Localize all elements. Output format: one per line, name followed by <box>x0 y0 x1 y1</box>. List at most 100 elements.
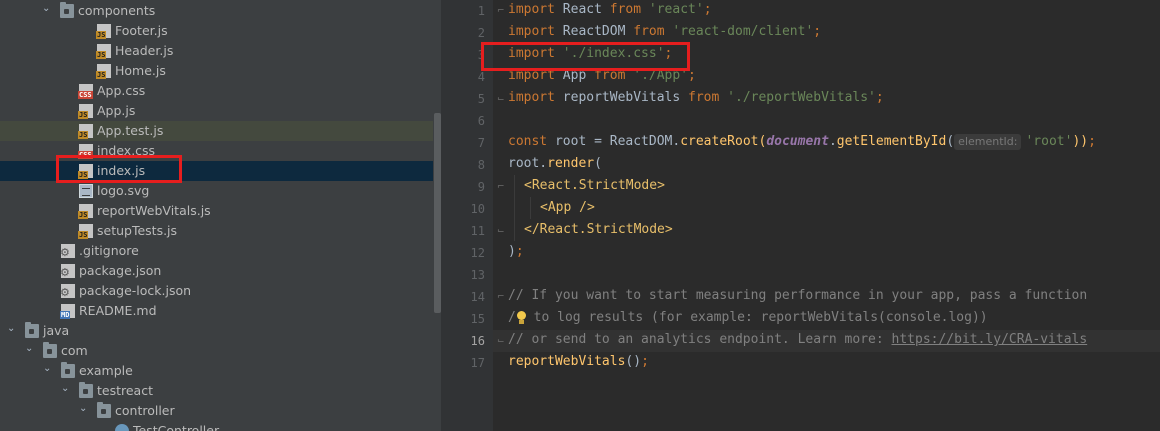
code-token: document <box>766 134 829 149</box>
code-token: ; <box>813 24 822 39</box>
tree-item[interactable]: ⌄ java <box>0 321 433 341</box>
code-line-2[interactable]: import ReactDOM from 'react-dom/client'; <box>508 24 821 39</box>
code-line-10[interactable]: <App /> <box>540 200 595 215</box>
tree-item[interactable]: CSS App.css <box>0 81 433 101</box>
tree-item-label: com <box>61 343 88 358</box>
indent-guide <box>514 175 515 241</box>
code-token: React.StrictMode <box>531 178 658 193</box>
code-token: reportWebVitals <box>554 90 689 105</box>
code-token: reportWebVitals <box>508 354 626 369</box>
code-token: render <box>547 156 595 171</box>
parameter-hint: elementId: <box>954 134 1022 150</box>
code-line-12[interactable]: ); <box>508 244 524 259</box>
code-token: ) <box>508 244 516 259</box>
tree-item[interactable]: TestController <box>0 421 433 431</box>
code-token: // or send to an analytics endpoint. Lea… <box>508 332 892 347</box>
js-file-icon: JS <box>96 64 111 79</box>
expand-arrow-icon[interactable]: ⌄ <box>79 404 89 414</box>
tree-item-label: .gitignore <box>79 243 139 258</box>
line-number: 16 <box>470 334 485 348</box>
fold-icon[interactable]: ⌐ <box>497 7 505 16</box>
code-token: ; <box>641 354 649 369</box>
tree-item[interactable]: ⌄ components <box>0 1 433 21</box>
code-token: /> <box>571 200 595 215</box>
expand-arrow-icon[interactable]: ⌄ <box>42 4 52 14</box>
indent-guide <box>530 197 531 219</box>
json-file-icon <box>60 264 75 279</box>
tree-item[interactable]: package.json <box>0 261 433 281</box>
tree-item[interactable]: MD README.md <box>0 301 433 321</box>
code-line-9[interactable]: <React.StrictMode> <box>524 178 665 193</box>
code-line-1[interactable]: import React from 'react'; <box>508 2 712 17</box>
line-number: 4 <box>477 70 485 84</box>
line-number: 11 <box>470 224 485 238</box>
code-line-14[interactable]: // If you want to start measuring perfor… <box>508 288 1087 303</box>
code-line-16[interactable]: // or send to an analytics endpoint. Lea… <box>508 332 1087 347</box>
tree-item[interactable]: JS App.js <box>0 101 433 121</box>
fold-icon[interactable]: ⌙ <box>497 337 505 346</box>
code-token: < <box>524 178 532 193</box>
line-number: 12 <box>470 246 485 260</box>
tree-item[interactable]: logo.svg <box>0 181 433 201</box>
fold-icon[interactable]: ⌙ <box>497 95 505 104</box>
tree-item-label: components <box>78 3 156 18</box>
tree-item[interactable]: ⌄ testreact <box>0 381 433 401</box>
line-number: 8 <box>477 158 485 172</box>
tree-item[interactable]: JS Header.js <box>0 41 433 61</box>
tree-item[interactable]: JS Home.js <box>0 61 433 81</box>
js-file-icon: JS <box>78 124 93 139</box>
code-token: App <box>547 200 572 215</box>
code-token: root = ReactDOM. <box>547 134 681 149</box>
code-token: () <box>625 354 642 369</box>
tree-item[interactable]: .gitignore <box>0 241 433 261</box>
tree-item[interactable]: ⌄ example <box>0 361 433 381</box>
folder-icon <box>25 322 39 338</box>
highlight-box-index-js <box>56 155 182 183</box>
code-line-15[interactable]: / to log results (for example: reportWeb… <box>508 310 988 325</box>
tree-item[interactable]: JS reportWebVitals.js <box>0 201 433 221</box>
tree-item[interactable]: JS setupTests.js <box>0 221 433 241</box>
tree-item-label: reportWebVitals.js <box>97 203 211 218</box>
folder-icon <box>61 362 75 378</box>
expand-arrow-icon[interactable]: ⌄ <box>43 364 53 374</box>
expand-arrow-icon[interactable]: ⌄ <box>61 384 71 394</box>
tree-item-label: Footer.js <box>115 23 168 38</box>
class-file-icon <box>115 424 129 431</box>
line-number: 10 <box>470 202 485 216</box>
code-token: import <box>508 2 555 17</box>
line-number: 9 <box>477 180 485 194</box>
tree-item[interactable]: ⌄ controller <box>0 401 433 421</box>
line-number: 5 <box>477 92 485 106</box>
code-token: import <box>508 24 555 39</box>
tree-item[interactable]: package-lock.json <box>0 281 433 301</box>
js-file-icon: JS <box>96 24 111 39</box>
code-line-8[interactable]: root.render( <box>508 156 602 171</box>
line-number: 2 <box>477 26 485 40</box>
markdown-file-icon: MD <box>60 304 75 319</box>
lightbulb-icon[interactable] <box>516 310 526 325</box>
fold-icon[interactable]: ⌐ <box>497 183 505 192</box>
code-line-11[interactable]: </React.StrictMode> <box>524 222 673 237</box>
code-line-5[interactable]: import reportWebVitals from './reportWeb… <box>508 90 884 105</box>
folder-icon <box>79 382 93 398</box>
tree-item-label: testreact <box>97 383 153 398</box>
tree-item[interactable]: JS Footer.js <box>0 21 433 41</box>
code-token: ; <box>515 244 524 259</box>
fold-icon[interactable]: ⌙ <box>497 227 505 236</box>
tree-item-label: setupTests.js <box>97 223 178 238</box>
tree-scrollbar[interactable] <box>434 113 441 313</box>
tree-item[interactable]: JS App.test.js <box>0 121 433 141</box>
expand-arrow-icon[interactable]: ⌄ <box>7 324 17 334</box>
tree-item-label: App.js <box>97 103 136 118</box>
code-token: < <box>540 200 548 215</box>
code-line-17[interactable]: reportWebVitals(); <box>508 354 649 369</box>
line-number: 6 <box>477 114 485 128</box>
tree-item[interactable]: ⌄ com <box>0 341 433 361</box>
fold-icon[interactable]: ⌐ <box>497 293 505 302</box>
code-token: const <box>508 134 548 149</box>
line-number: 15 <box>470 312 485 326</box>
code-line-7[interactable]: const root = ReactDOM.createRoot (documen… <box>508 134 1096 150</box>
url-link[interactable]: https://bit.ly/CRA-vitals <box>892 332 1088 347</box>
expand-arrow-icon[interactable]: ⌄ <box>25 344 35 354</box>
code-token: 'react-dom/client' <box>664 24 814 39</box>
